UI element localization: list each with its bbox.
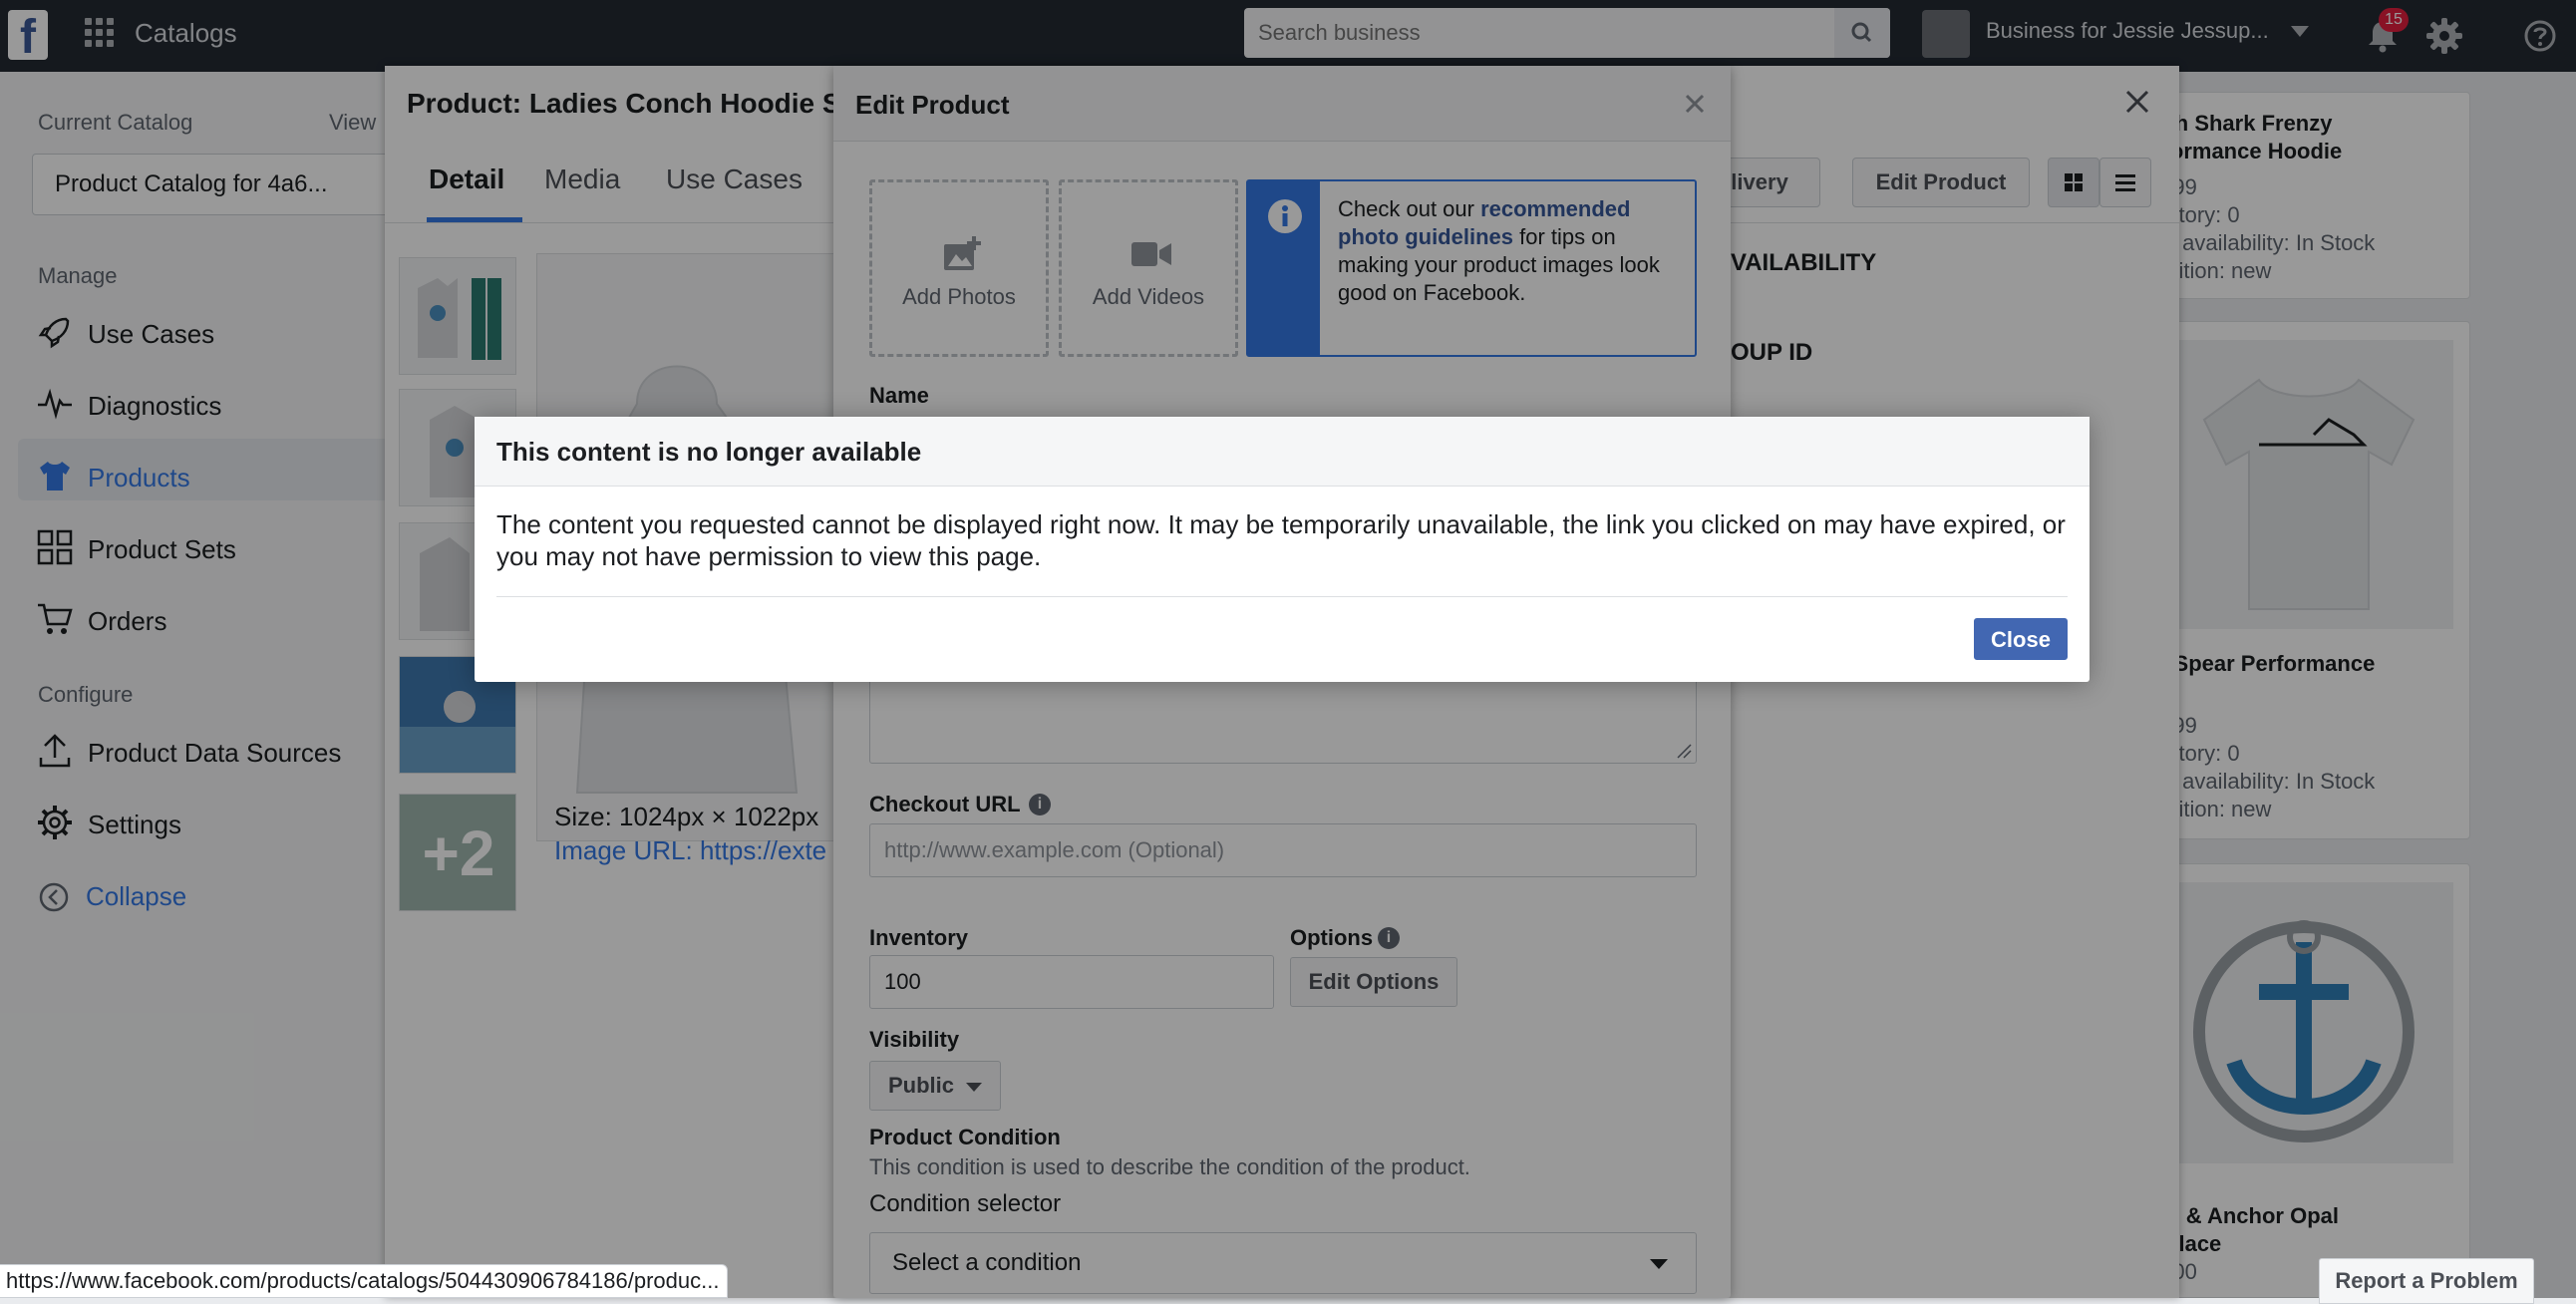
status-bar-url: https://www.facebook.com/products/catalo… <box>0 1264 729 1298</box>
content-unavailable-dialog: This content is no longer available The … <box>475 417 2090 682</box>
dialog-title: This content is no longer available <box>496 437 922 467</box>
dialog-message: The content you requested cannot be disp… <box>496 509 2066 571</box>
dialog-header: This content is no longer available <box>475 417 2090 487</box>
dialog-divider <box>496 596 2068 597</box>
close-button[interactable]: Close <box>1974 618 2068 660</box>
report-a-problem-button[interactable]: Report a Problem <box>2319 1258 2534 1304</box>
